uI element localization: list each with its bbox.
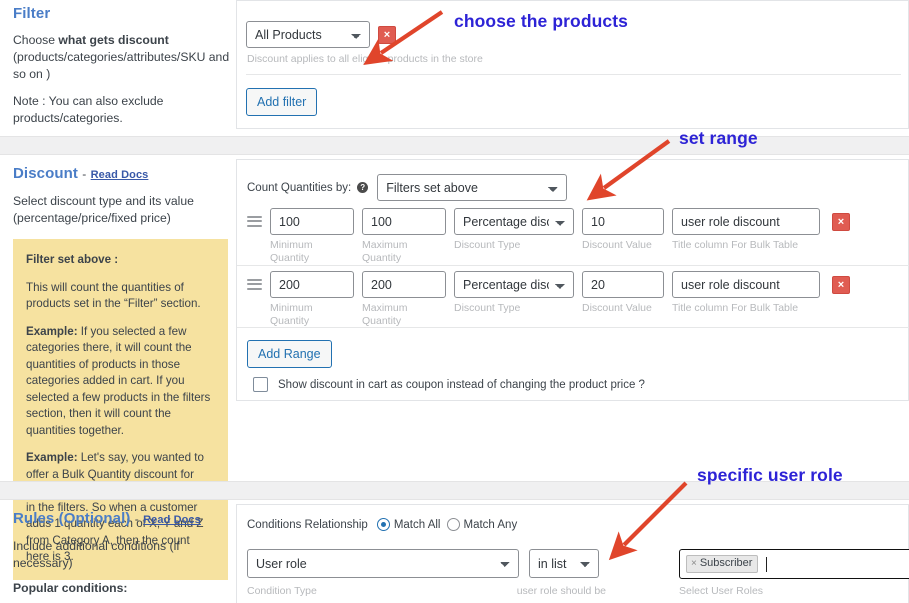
annotation-arrows <box>0 0 909 603</box>
page-root: Filter Choose what gets discount (produc… <box>0 0 909 603</box>
arrow-specific-user-role <box>624 483 686 545</box>
arrow-choose-products <box>381 12 442 53</box>
arrow-set-range <box>604 141 669 188</box>
